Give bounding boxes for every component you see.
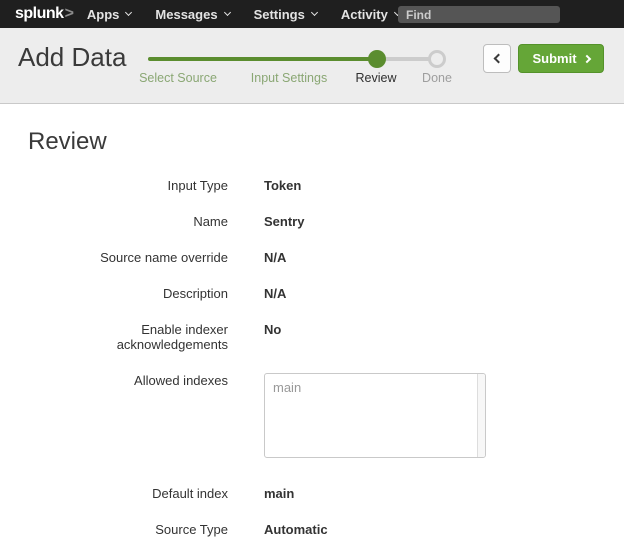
field-row-description: Description N/A (28, 286, 596, 301)
nav-item-apps[interactable]: Apps (87, 7, 132, 22)
chevron-down-icon (311, 9, 318, 16)
submit-button-label: Submit (532, 51, 576, 66)
field-row-input-type: Input Type Token (28, 178, 596, 193)
field-value: main (264, 486, 294, 501)
field-row-indexer-acknowledgements: Enable indexer acknowledgements No (28, 322, 596, 352)
field-label: Name (28, 214, 228, 229)
wizard-header: Add Data Select Source Input Settings Re… (0, 28, 624, 104)
nav-item-activity[interactable]: Activity (341, 7, 400, 22)
field-row-allowed-indexes: Allowed indexes main (28, 373, 596, 458)
back-button[interactable] (483, 44, 511, 73)
review-heading: Review (28, 128, 596, 156)
field-row-source-name-override: Source name override N/A (28, 250, 596, 265)
field-row-default-index: Default index main (28, 486, 596, 501)
field-value: Automatic (264, 522, 328, 537)
field-value: Sentry (264, 214, 304, 229)
step-label-input-settings: Input Settings (251, 71, 327, 85)
allowed-indexes-listbox[interactable]: main (264, 373, 486, 458)
nav-menu: Apps Messages Settings Activity (87, 7, 424, 22)
field-label: Enable indexer acknowledgements (28, 322, 228, 352)
field-label: Description (28, 286, 228, 301)
scrollbar-track[interactable] (477, 374, 485, 457)
step-label-review: Review (356, 71, 397, 85)
field-label: Allowed indexes (28, 373, 228, 388)
splunk-logo-text: splunk (15, 5, 64, 23)
allowed-index-item: main (273, 380, 301, 395)
progress-track-completed (148, 57, 377, 61)
chevron-down-icon (125, 9, 132, 16)
nav-item-messages[interactable]: Messages (155, 7, 229, 22)
nav-item-label: Settings (254, 7, 305, 22)
chevron-down-icon (224, 9, 231, 16)
chevron-left-icon (494, 54, 504, 64)
review-fields: Input Type Token Name Sentry Source name… (28, 178, 596, 537)
nav-item-label: Apps (87, 7, 120, 22)
field-value: N/A (264, 286, 286, 301)
submit-button[interactable]: Submit (518, 44, 604, 73)
step-label-select-source: Select Source (139, 71, 217, 85)
step-label-done: Done (422, 71, 452, 85)
nav-item-label: Messages (155, 7, 217, 22)
page-title: Add Data (18, 42, 126, 72)
splunk-logo[interactable]: splunk > (15, 5, 74, 23)
step-circle-done (428, 50, 446, 68)
top-navbar: splunk > Apps Messages Settings Activity (0, 0, 624, 28)
splunk-logo-chevron-icon: > (65, 5, 74, 23)
field-label: Source name override (28, 250, 228, 265)
field-value: N/A (264, 250, 286, 265)
nav-item-label: Activity (341, 7, 388, 22)
field-label: Input Type (28, 178, 228, 193)
field-label: Source Type (28, 522, 228, 537)
find-input[interactable] (398, 6, 560, 23)
field-value: Token (264, 178, 301, 193)
chevron-right-icon (582, 54, 590, 62)
step-dot-review (368, 50, 386, 68)
review-panel: Review Input Type Token Name Sentry Sour… (0, 104, 624, 537)
field-value: No (264, 322, 281, 337)
field-row-source-type: Source Type Automatic (28, 522, 596, 537)
nav-item-settings[interactable]: Settings (254, 7, 317, 22)
field-label: Default index (28, 486, 228, 501)
field-row-name: Name Sentry (28, 214, 596, 229)
